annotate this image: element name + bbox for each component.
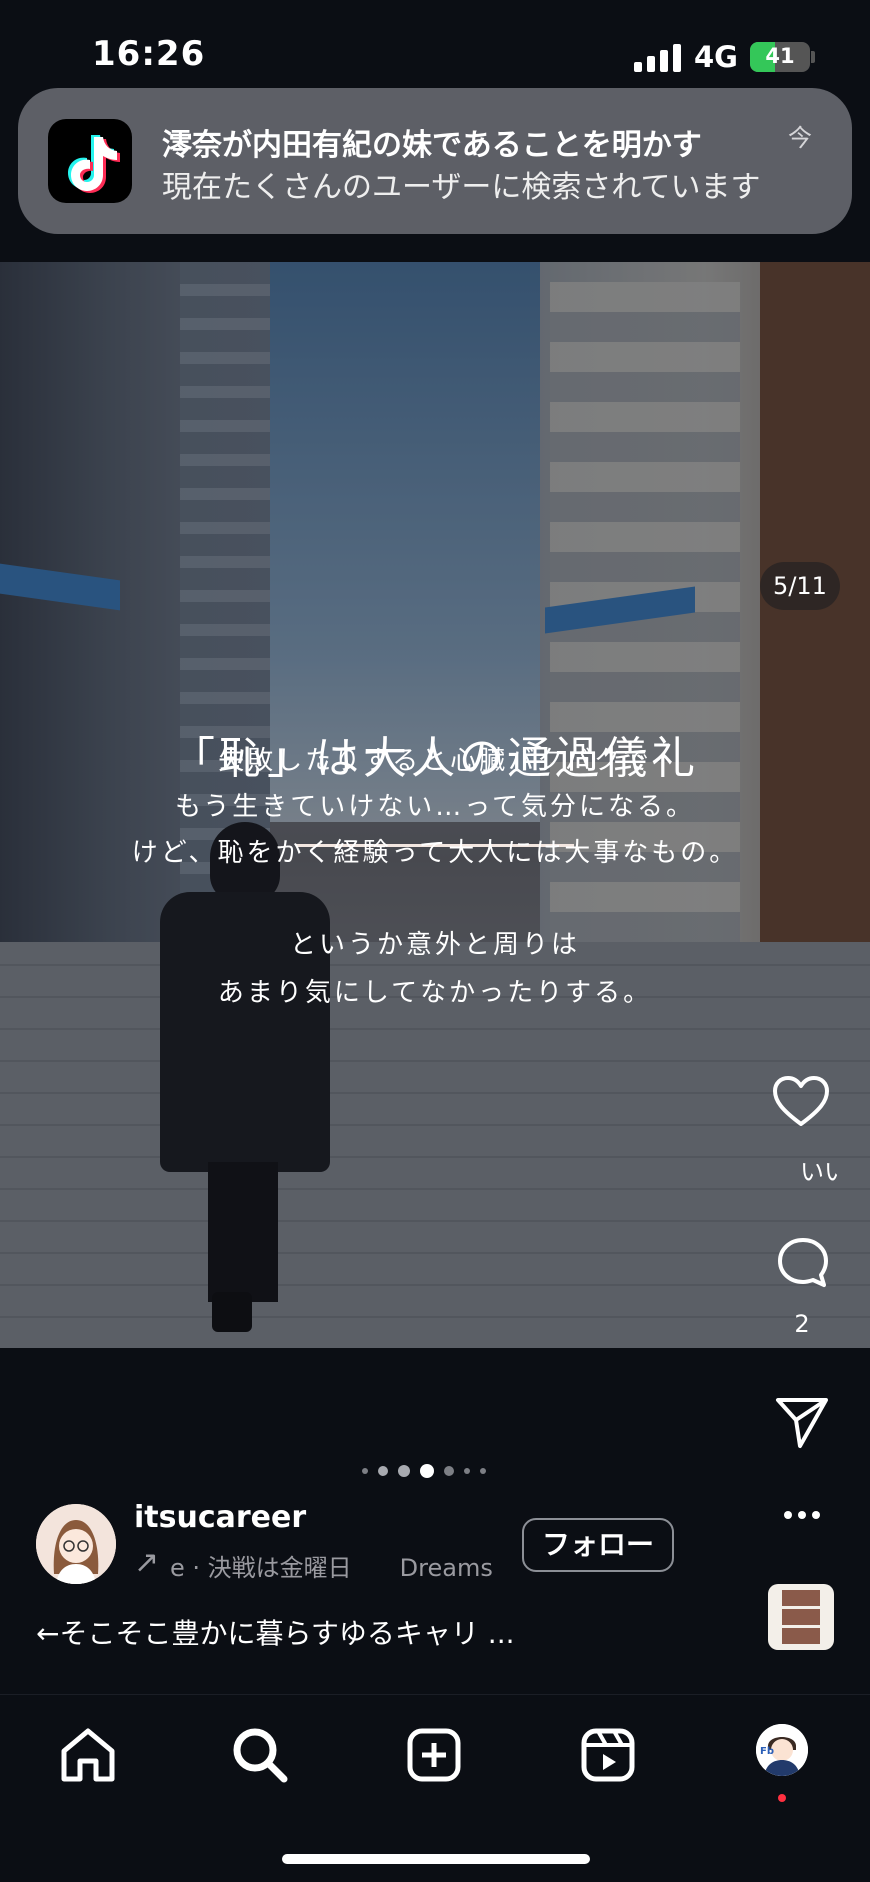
- carousel-dots: [362, 1462, 512, 1480]
- post-body-line: 失敗したりすると心臓バクバクで: [218, 746, 652, 776]
- create-icon[interactable]: [402, 1723, 466, 1787]
- carousel-dot: [480, 1468, 486, 1474]
- author-username[interactable]: itsucareer: [134, 1500, 306, 1535]
- post-body-line: あまり気にしてなかったりする。: [217, 978, 653, 1008]
- carousel-dot: [398, 1465, 410, 1477]
- battery-icon: 41: [750, 42, 810, 72]
- profile-notification-dot: [778, 1794, 786, 1802]
- carousel-dot: [444, 1466, 454, 1476]
- network-label: 4G: [694, 40, 738, 74]
- comment-icon[interactable]: [776, 1236, 830, 1290]
- like-label: いい: [800, 1158, 840, 1186]
- post-body-line: けど、恥をかく経験って大人には大事なもの。: [131, 838, 739, 868]
- post-caption[interactable]: ←そこそこ豊かに暮らすゆるキャリ ...: [36, 1612, 515, 1652]
- status-time: 16:26: [92, 34, 206, 74]
- tiktok-icon: [48, 119, 132, 203]
- carousel-dot: [362, 1468, 368, 1474]
- notification-time: 今: [788, 124, 812, 152]
- author-avatar[interactable]: [36, 1504, 116, 1584]
- home-icon[interactable]: [56, 1723, 120, 1787]
- home-indicator[interactable]: [282, 1854, 590, 1864]
- signal-icon: [634, 44, 682, 72]
- audio-thumbnail[interactable]: [768, 1584, 834, 1650]
- post-body-line: というか意外と周りは: [289, 930, 580, 960]
- push-notification[interactable]: 澪奈が内田有紀の妹であることを明かす 現在たくさんのユーザーに検索されています …: [18, 88, 852, 234]
- profile-avatar[interactable]: Fb: [756, 1724, 808, 1776]
- comment-count: 2: [794, 1310, 810, 1338]
- svg-text:Fb: Fb: [760, 1746, 774, 1757]
- post-body-line: もう生きていけない…って気分になる。: [175, 792, 695, 822]
- reels-icon[interactable]: [576, 1723, 640, 1787]
- battery-nub: [811, 51, 815, 63]
- follow-button[interactable]: フォロー: [522, 1518, 674, 1572]
- carousel-dot-active: [420, 1464, 434, 1478]
- trending-arrow-icon: ↗: [134, 1545, 160, 1580]
- carousel-dot: [378, 1466, 388, 1476]
- post-image[interactable]: 5/11 「恥」は大人の通過儀礼 失敗したりすると心臓バクバクで もう生きていけ…: [0, 262, 870, 1348]
- heart-icon[interactable]: [772, 1076, 830, 1128]
- image-counter: 5/11: [760, 562, 840, 610]
- music-ticker[interactable]: e · 決戦は金曜日 Dreams C: [170, 1548, 500, 1583]
- share-icon[interactable]: [774, 1394, 830, 1450]
- notification-title: 澪奈が内田有紀の妹であることを明かす: [162, 128, 702, 163]
- notification-body: 現在たくさんのユーザーに検索されています: [162, 170, 761, 205]
- more-icon[interactable]: [782, 1506, 822, 1519]
- carousel-dot: [464, 1468, 470, 1474]
- battery-level: 41: [765, 44, 795, 68]
- search-icon[interactable]: [228, 1723, 292, 1787]
